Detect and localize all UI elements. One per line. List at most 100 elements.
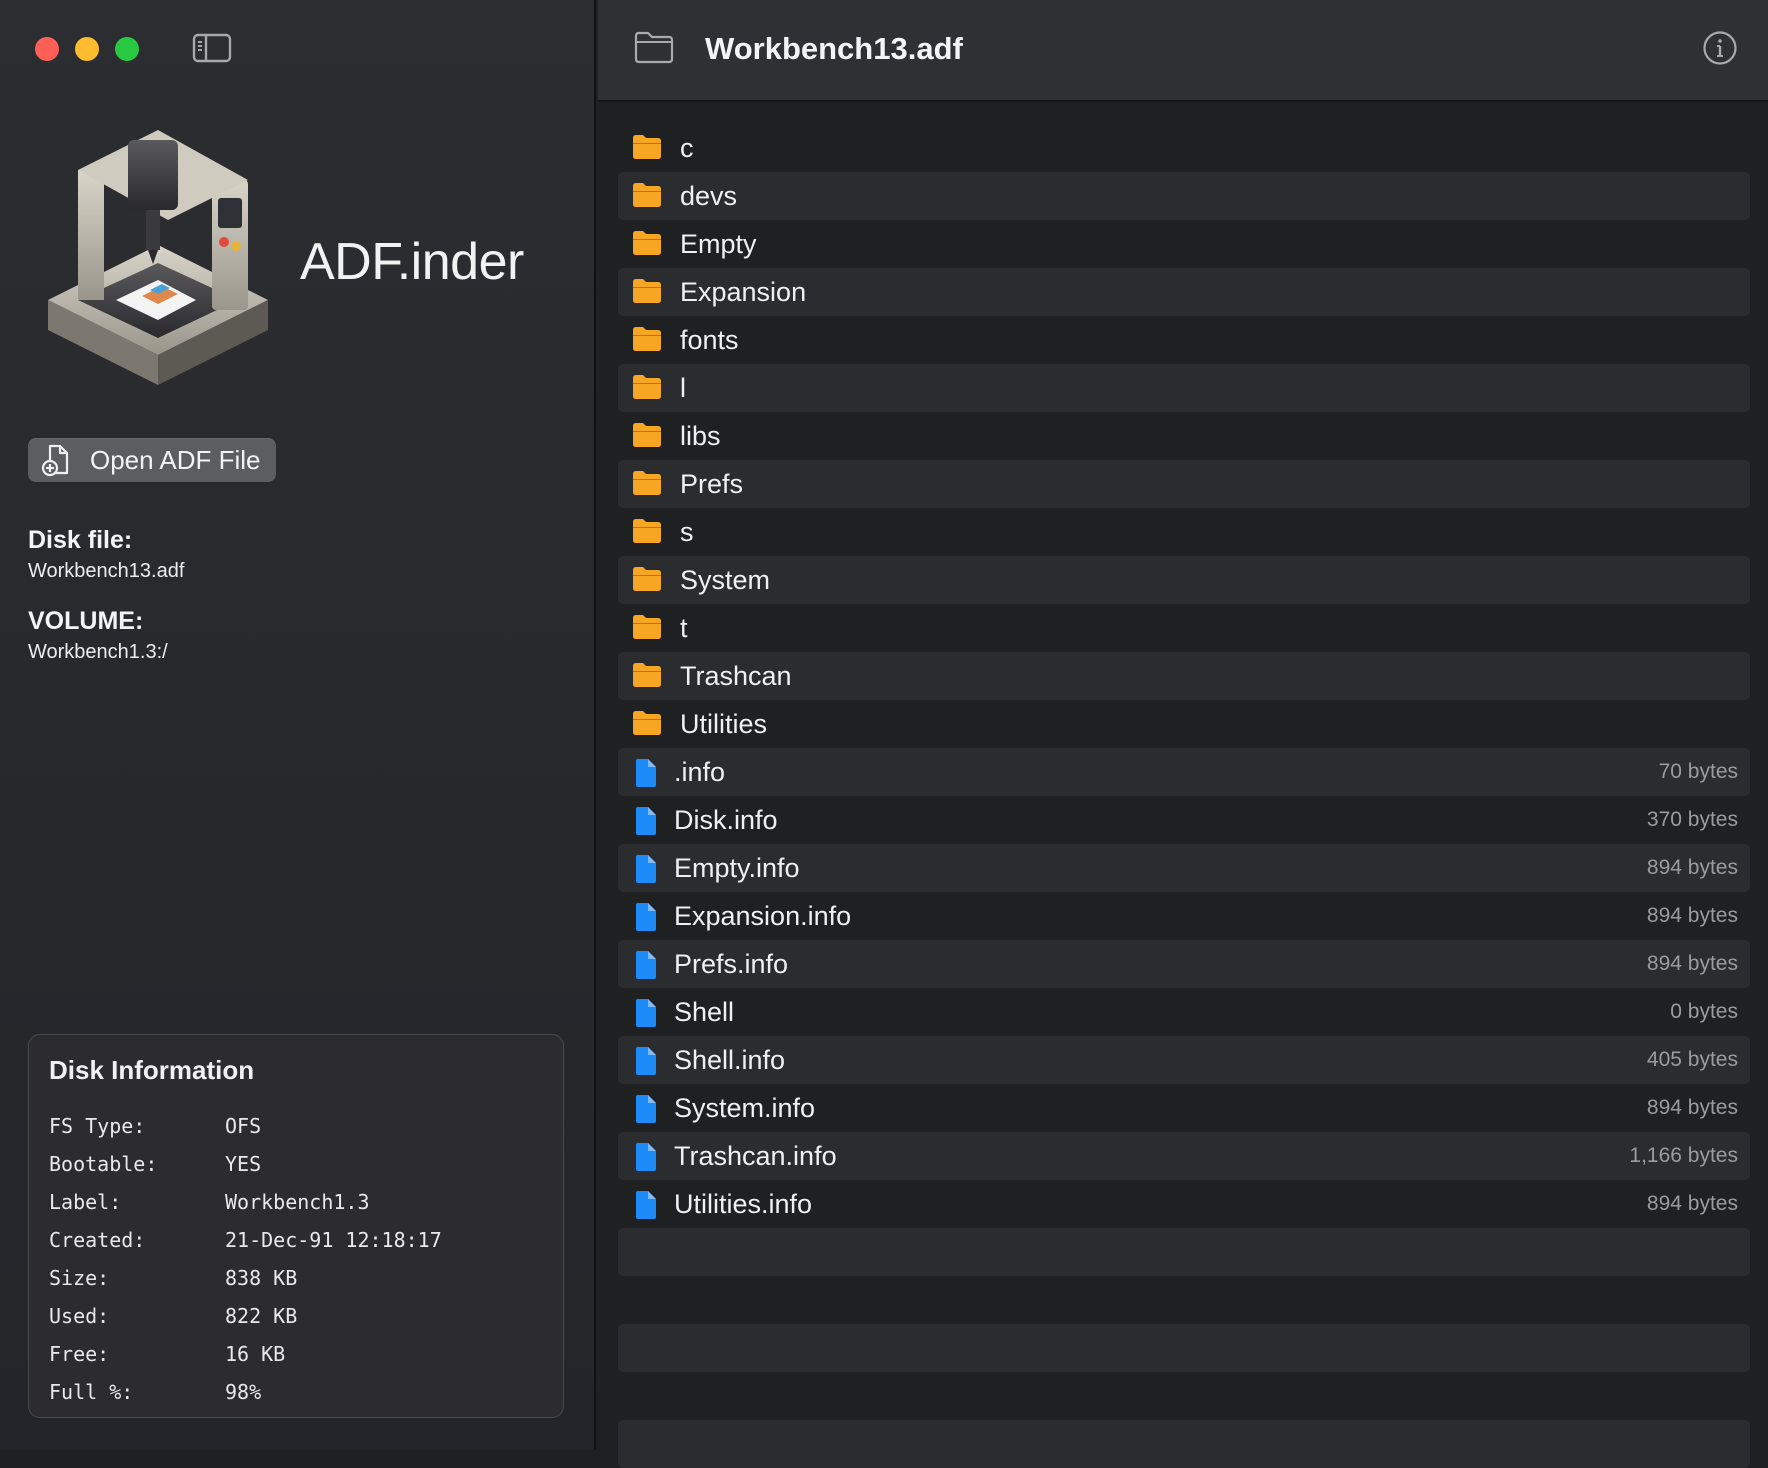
folder-row[interactable]: Trashcan <box>618 652 1750 700</box>
document-icon <box>636 1047 656 1075</box>
toolbar: Workbench13.adf <box>598 0 1768 102</box>
file-size: 894 bytes <box>1646 904 1738 927</box>
file-name: t <box>680 612 688 643</box>
disk-info-key: Created: <box>49 1228 146 1252</box>
document-icon <box>636 807 656 835</box>
file-name: Disk.info <box>674 804 778 835</box>
file-name: fonts <box>680 324 739 355</box>
file-name: devs <box>680 180 738 211</box>
file-size: 0 bytes <box>1670 1000 1738 1023</box>
file-name: libs <box>680 420 721 451</box>
file-name: Trashcan.info <box>674 1140 837 1171</box>
file-row[interactable]: Shell.info 405 bytes <box>618 1036 1750 1084</box>
disk-info-value: 21-Dec-91 12:18:17 <box>225 1228 442 1252</box>
file-name: .info <box>674 756 726 787</box>
disk-info-value: 16 KB <box>225 1342 286 1366</box>
file-row[interactable]: Prefs.info 894 bytes <box>618 940 1750 988</box>
disk-information-rows: FS Type: OFS Bootable: YES Label: Workbench1.… <box>49 1107 442 1411</box>
document-icon <box>636 951 656 979</box>
document-icon <box>636 1095 656 1123</box>
disk-information-title: Disk Information <box>49 1055 255 1085</box>
disk-info-row: Bootable: YES <box>49 1145 442 1183</box>
file-size: 370 bytes <box>1646 808 1738 831</box>
main-pane: Workbench13.adf c devs Empty Expansion fonts… <box>598 0 1768 1468</box>
disk-info-key: Size: <box>49 1266 110 1290</box>
file-row[interactable]: Expansion.info 894 bytes <box>618 892 1750 940</box>
window-title: Workbench13.adf <box>705 31 963 66</box>
document-icon <box>636 855 656 883</box>
minimize-dot-icon[interactable] <box>75 37 99 61</box>
close-dot-icon[interactable] <box>35 37 59 61</box>
disk-info-value: 822 KB <box>225 1304 298 1328</box>
document-icon <box>636 759 656 787</box>
file-row[interactable]: Utilities.info 894 bytes <box>618 1180 1750 1228</box>
disk-info-key: Used: <box>49 1304 110 1328</box>
file-row[interactable]: Shell 0 bytes <box>618 988 1750 1036</box>
file-list: c devs Empty Expansion fonts l libs Prefs s Syste… <box>618 124 1750 1468</box>
file-size: 894 bytes <box>1646 1192 1738 1215</box>
folder-icon <box>633 615 661 639</box>
disk-info-value: 838 KB <box>225 1266 298 1290</box>
file-row[interactable]: .info 70 bytes <box>618 748 1750 796</box>
folder-row[interactable]: Utilities <box>618 700 1750 748</box>
disk-info-key: Label: <box>49 1190 122 1214</box>
disk-info-row: Full %: 98% <box>49 1373 442 1411</box>
document-icon <box>636 999 656 1027</box>
window-controls <box>35 37 139 61</box>
file-name: Shell.info <box>674 1044 786 1075</box>
file-row[interactable]: Trashcan.info 1,166 bytes <box>618 1132 1750 1180</box>
disk-info-key: Free: <box>49 1342 110 1366</box>
disk-info-key: Full %: <box>49 1380 134 1404</box>
folder-icon <box>633 231 661 255</box>
document-icon <box>636 903 656 931</box>
folder-icon <box>633 183 661 207</box>
file-size: 70 bytes <box>1658 760 1738 783</box>
volume-value: Workbench1.3:/ <box>28 641 168 663</box>
zoom-dot-icon[interactable] <box>115 37 139 61</box>
folder-row[interactable]: libs <box>618 412 1750 460</box>
file-size: 894 bytes <box>1646 1096 1738 1119</box>
disk-info-row: Size: 838 KB <box>49 1259 442 1297</box>
disk-info-row: Free: 16 KB <box>49 1335 442 1373</box>
file-row[interactable]: Disk.info 370 bytes <box>618 796 1750 844</box>
disk-file-label: Disk file: <box>28 526 133 554</box>
folder-icon <box>633 567 661 591</box>
disk-info-row: Label: Workbench1.3 <box>49 1183 442 1221</box>
info-circle-icon[interactable] <box>1702 30 1738 66</box>
folder-row[interactable]: devs <box>618 172 1750 220</box>
file-name: System <box>680 564 771 595</box>
folder-row[interactable]: l <box>618 364 1750 412</box>
file-name: c <box>680 132 694 163</box>
file-row[interactable]: System.info 894 bytes <box>618 1084 1750 1132</box>
file-row[interactable]: Empty.info 894 bytes <box>618 844 1750 892</box>
file-name: Empty.info <box>674 852 800 883</box>
empty-row <box>618 1276 1750 1324</box>
disk-file-value: Workbench13.adf <box>28 560 185 582</box>
document-icon <box>636 1191 656 1219</box>
folder-icon <box>633 375 661 399</box>
file-name: Prefs <box>680 468 744 499</box>
disk-information-panel: Disk Information FS Type: OFS Bootable: YES… <box>28 1034 564 1418</box>
folder-icon <box>633 279 661 303</box>
empty-row <box>618 1324 1750 1372</box>
folder-row[interactable]: c <box>618 124 1750 172</box>
folder-row[interactable]: Empty <box>618 220 1750 268</box>
folder-row[interactable]: s <box>618 508 1750 556</box>
sidebar-toggle-icon[interactable] <box>192 32 232 64</box>
disk-info-key: FS Type: <box>49 1114 146 1138</box>
folder-row[interactable]: t <box>618 604 1750 652</box>
file-size: 1,166 bytes <box>1629 1144 1738 1167</box>
file-name: Utilities.info <box>674 1188 813 1219</box>
file-size: 405 bytes <box>1646 1048 1738 1071</box>
folder-row[interactable]: Prefs <box>618 460 1750 508</box>
folder-icon <box>633 519 661 543</box>
open-adf-file-button[interactable]: Open ADF File <box>28 438 276 482</box>
file-size: 894 bytes <box>1646 856 1738 879</box>
folder-row[interactable]: Expansion <box>618 268 1750 316</box>
disk-info-value: Workbench1.3 <box>225 1190 370 1214</box>
folder-row[interactable]: fonts <box>618 316 1750 364</box>
empty-row <box>618 1228 1750 1276</box>
disk-info-row: FS Type: OFS <box>49 1107 442 1145</box>
folder-row[interactable]: System <box>618 556 1750 604</box>
disk-info-row: Created: 21-Dec-91 12:18:17 <box>49 1221 442 1259</box>
